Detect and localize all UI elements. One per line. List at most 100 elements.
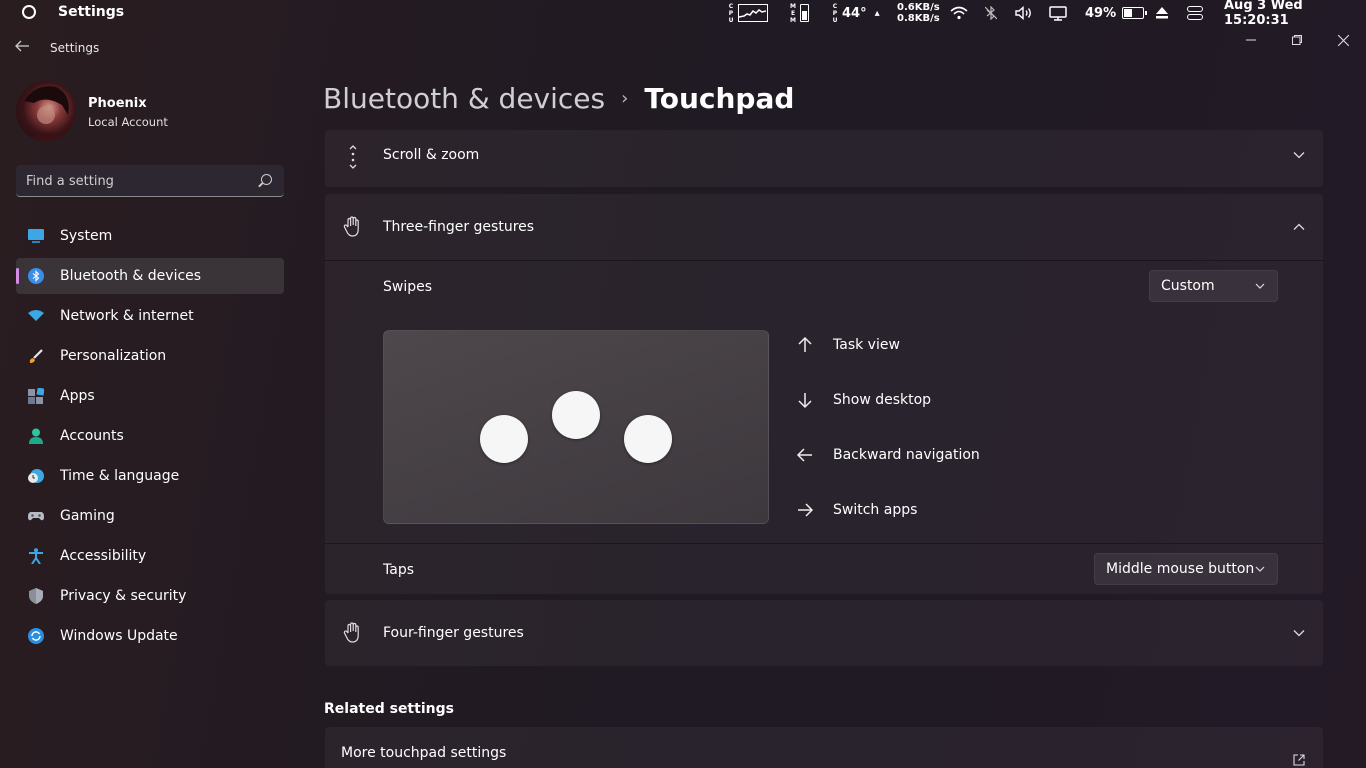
arrow-right-icon xyxy=(798,503,814,517)
swipes-dropdown-value: Custom xyxy=(1161,278,1215,294)
memory-widget: MEM xyxy=(790,0,809,26)
shield-icon xyxy=(29,588,43,604)
finger-dot-middle xyxy=(552,391,600,439)
search-input[interactable] xyxy=(26,171,246,191)
avatar[interactable] xyxy=(16,81,76,141)
window-app-label: Settings xyxy=(50,41,100,55)
sidebar-item-label: Privacy & security xyxy=(60,588,187,604)
sidebar-item-privacy-security[interactable]: Privacy & security xyxy=(16,578,284,614)
sidebar-item-gaming[interactable]: Gaming xyxy=(16,498,284,534)
top-status-bar: Settings CPU MEM CPU 44° ▴ 0.6KB/s 0.8KB… xyxy=(0,0,1366,28)
system-icon xyxy=(28,229,44,243)
sidebar-item-apps[interactable]: Apps xyxy=(16,378,284,414)
sidebar-item-label: Network & internet xyxy=(60,308,194,324)
chevron-down-icon[interactable] xyxy=(1293,149,1305,161)
sidebar-item-personalization[interactable]: Personalization xyxy=(16,338,284,374)
arrow-down-icon xyxy=(798,393,812,409)
close-button[interactable] xyxy=(1320,29,1366,51)
more-touchpad-settings-link[interactable]: More touchpad settings xyxy=(325,727,1323,768)
update-icon xyxy=(28,628,44,644)
sidebar-item-accessibility[interactable]: Accessibility xyxy=(16,538,284,574)
breadcrumb-parent-link[interactable]: Bluetooth & devices xyxy=(323,82,605,115)
temperature-value: 44° xyxy=(842,5,867,21)
control-center-toggle-icon[interactable] xyxy=(1187,0,1203,26)
wifi-icon xyxy=(28,310,44,321)
sidebar-item-label: Personalization xyxy=(60,348,167,364)
scroll-zoom-title: Scroll & zoom xyxy=(383,147,480,163)
search-icon[interactable] xyxy=(261,174,272,185)
eject-icon[interactable] xyxy=(1155,0,1169,26)
gamepad-icon xyxy=(28,512,44,521)
net-down-speed: 0.8KB/s xyxy=(897,13,940,24)
memory-bar-icon xyxy=(800,4,809,22)
swipe-down-action: Show desktop xyxy=(833,392,932,408)
sidebar-item-windows-update[interactable]: Windows Update xyxy=(16,618,284,654)
updown-arrows-icon: ▴ xyxy=(874,7,880,19)
cpu-temp-widget: CPU 44° ▴ xyxy=(832,0,880,26)
user-name: Phoenix xyxy=(88,96,147,111)
related-settings-heading: Related settings xyxy=(324,701,454,717)
minimize-button[interactable] xyxy=(1228,29,1274,51)
taps-dropdown-value: Middle mouse button xyxy=(1106,561,1255,577)
scroll-zoom-icon xyxy=(343,145,363,169)
sidebar-item-label: Accounts xyxy=(60,428,124,444)
cpu-temp-label: CPU xyxy=(832,2,838,24)
cpu-graph-widget: CPU xyxy=(728,0,768,26)
page-title: Touchpad xyxy=(644,82,795,115)
clock-datetime[interactable]: Aug 3 Wed 15:20:31 xyxy=(1224,0,1366,28)
more-touchpad-settings-label: More touchpad settings xyxy=(341,745,507,761)
finger-dot-right xyxy=(624,415,672,463)
arrow-up-icon xyxy=(798,336,812,352)
breadcrumb-separator-icon: › xyxy=(621,88,629,109)
sidebar-item-time-language[interactable]: Time & language xyxy=(16,458,284,494)
chevron-down-icon[interactable] xyxy=(1293,627,1305,639)
swipe-up-action: Task view xyxy=(833,337,900,353)
sidebar-item-accounts[interactable]: Accounts xyxy=(16,418,284,454)
sidebar-item-label: Windows Update xyxy=(60,628,178,644)
sidebar-item-system[interactable]: System xyxy=(16,218,284,254)
search-box xyxy=(16,165,284,197)
net-up-speed: 0.6KB/s xyxy=(897,2,940,13)
wifi-icon[interactable] xyxy=(950,0,968,26)
three-finger-title: Three-finger gestures xyxy=(383,219,535,235)
chevron-up-icon[interactable] xyxy=(1293,221,1305,233)
sidebar-nav: System Bluetooth & devices Network & int… xyxy=(16,218,284,658)
sidebar-item-label: Time & language xyxy=(60,468,180,484)
finger-dot-left xyxy=(480,415,528,463)
volume-icon[interactable] xyxy=(1015,0,1033,26)
account-type: Local Account xyxy=(88,115,168,129)
sidebar-item-network[interactable]: Network & internet xyxy=(16,298,284,334)
four-finger-gestures-section[interactable]: Four-finger gestures xyxy=(325,600,1323,666)
mem-label: MEM xyxy=(790,2,796,24)
external-link-icon[interactable] xyxy=(1293,754,1305,766)
chevron-down-icon xyxy=(1255,283,1265,289)
back-arrow-button[interactable] xyxy=(14,38,30,58)
sidebar-item-label: System xyxy=(60,228,113,244)
scroll-zoom-section[interactable]: Scroll & zoom xyxy=(325,130,1323,187)
hand-icon xyxy=(343,216,363,237)
accounts-icon xyxy=(29,428,43,444)
cpu-graph-icon xyxy=(738,4,768,22)
sidebar-item-label: Accessibility xyxy=(60,548,147,564)
sidebar-item-bluetooth-devices[interactable]: Bluetooth & devices xyxy=(16,258,284,294)
launcher-circle-icon[interactable] xyxy=(22,5,36,19)
three-finger-header[interactable]: Three-finger gestures xyxy=(325,194,1323,260)
swipes-dropdown[interactable]: Custom xyxy=(1149,270,1278,302)
bluetooth-icon xyxy=(28,268,44,284)
bluetooth-off-icon[interactable] xyxy=(985,0,997,26)
sidebar-item-label: Gaming xyxy=(60,508,115,524)
swipe-left-action: Backward navigation xyxy=(833,447,980,463)
swipe-right-action: Switch apps xyxy=(833,502,918,518)
taps-dropdown[interactable]: Middle mouse button xyxy=(1094,553,1278,585)
cpu-label: CPU xyxy=(728,2,734,24)
maximize-button[interactable] xyxy=(1274,29,1320,51)
touchpad-gesture-preview xyxy=(383,330,769,524)
battery-widget[interactable]: 49% xyxy=(1085,0,1148,26)
network-speed-widget: 0.6KB/s 0.8KB/s xyxy=(897,0,940,26)
battery-percent: 49% xyxy=(1085,5,1117,21)
active-app-title: Settings xyxy=(58,4,125,20)
display-icon[interactable] xyxy=(1049,0,1067,26)
clock-globe-icon xyxy=(28,469,44,483)
section-divider xyxy=(325,543,1323,544)
section-divider xyxy=(325,260,1323,261)
